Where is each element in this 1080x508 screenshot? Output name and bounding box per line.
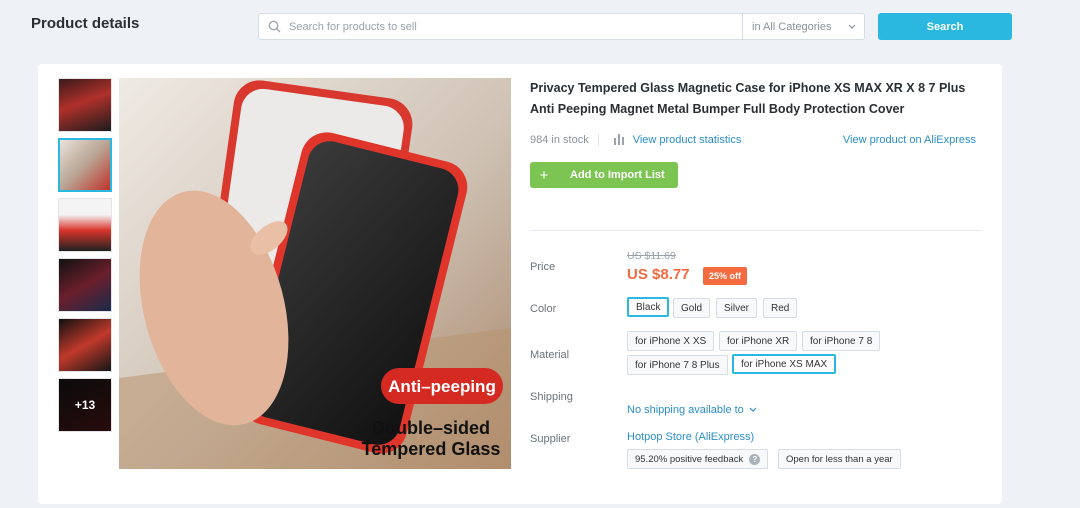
stock-count: 984 in stock (530, 134, 599, 146)
material-label: Material (530, 349, 570, 361)
old-price: US $11.69 (627, 250, 676, 262)
discount-badge: 25% off (703, 267, 748, 285)
supplier-label: Supplier (530, 433, 571, 445)
view-statistics-label: View product statistics (632, 134, 742, 146)
feedback-value: 95.20% positive feedback (635, 453, 744, 465)
search-input[interactable] (289, 14, 742, 39)
thumbnail[interactable] (58, 318, 112, 372)
thumbnail[interactable] (58, 78, 112, 132)
color-option-red[interactable]: Red (763, 298, 798, 318)
shipping-value: No shipping available to (627, 404, 744, 416)
main-product-image: Anti–peeping Double–sided Tempered Glass (119, 78, 511, 469)
bar-chart-icon (613, 133, 625, 148)
shipping-dropdown[interactable]: No shipping available to (627, 404, 757, 416)
open-duration-tag: Open for less than a year (778, 449, 901, 469)
anti-peeping-badge: Anti–peeping (388, 377, 496, 396)
color-label: Color (530, 303, 557, 315)
category-select[interactable]: in All Categories (742, 14, 864, 39)
chevron-down-icon (848, 21, 856, 33)
chevron-down-icon (749, 404, 757, 416)
search-icon (259, 14, 289, 39)
more-count: +13 (59, 379, 111, 431)
help-icon[interactable]: ? (749, 453, 761, 465)
product-card: +13 Anti–peeping Double–sided Tempered G… (38, 64, 1002, 504)
image-caption-line2: Tempered Glass (362, 439, 501, 459)
phone-case-illustration: Anti–peeping Double–sided Tempered Glass (119, 78, 511, 469)
color-option-black[interactable]: Black (627, 297, 670, 317)
add-to-import-list-button[interactable]: + Add to Import List (530, 162, 678, 188)
thumbnail[interactable] (58, 258, 112, 312)
material-option-xr[interactable]: for iPhone XR (719, 331, 798, 351)
material-option-xs-max[interactable]: for iPhone XS MAX (732, 354, 837, 374)
product-meta: 984 in stock View product statistics Vie… (530, 132, 982, 148)
view-on-aliexpress-link[interactable]: View product on AliExpress (843, 134, 976, 146)
color-option-gold[interactable]: Gold (673, 298, 711, 318)
image-caption-line1: Double–sided (372, 418, 490, 438)
search-button[interactable]: Search (878, 13, 1012, 40)
plus-icon: + (539, 166, 549, 184)
thumbnail-more[interactable]: +13 (58, 378, 112, 432)
thumbnail-list: +13 (58, 78, 112, 438)
shipping-label: Shipping (530, 391, 573, 403)
material-option-7-8[interactable]: for iPhone 7 8 (802, 331, 881, 351)
category-select-label: in All Categories (752, 20, 832, 33)
search-bar: in All Categories (258, 13, 865, 40)
divider (530, 230, 982, 231)
feedback-tag: 95.20% positive feedback ? (627, 449, 769, 469)
page-title: Product details (31, 15, 140, 32)
thumbnail-selected[interactable] (58, 138, 112, 192)
add-to-import-list-label: Add to Import List (570, 169, 665, 181)
product-info: Privacy Tempered Glass Magnetic Case for… (530, 78, 982, 469)
product-title: Privacy Tempered Glass Magnetic Case for… (530, 81, 966, 116)
thumbnail[interactable] (58, 198, 112, 252)
color-option-silver[interactable]: Silver (716, 298, 758, 318)
current-price: US $8.77 (627, 266, 690, 283)
material-option-7-8-plus[interactable]: for iPhone 7 8 Plus (627, 355, 728, 375)
view-statistics-link[interactable]: View product statistics (613, 133, 742, 148)
price-label: Price (530, 261, 556, 273)
supplier-link[interactable]: Hotpop Store (AliExpress) (627, 431, 754, 443)
material-option-x-xs[interactable]: for iPhone X XS (627, 331, 715, 351)
